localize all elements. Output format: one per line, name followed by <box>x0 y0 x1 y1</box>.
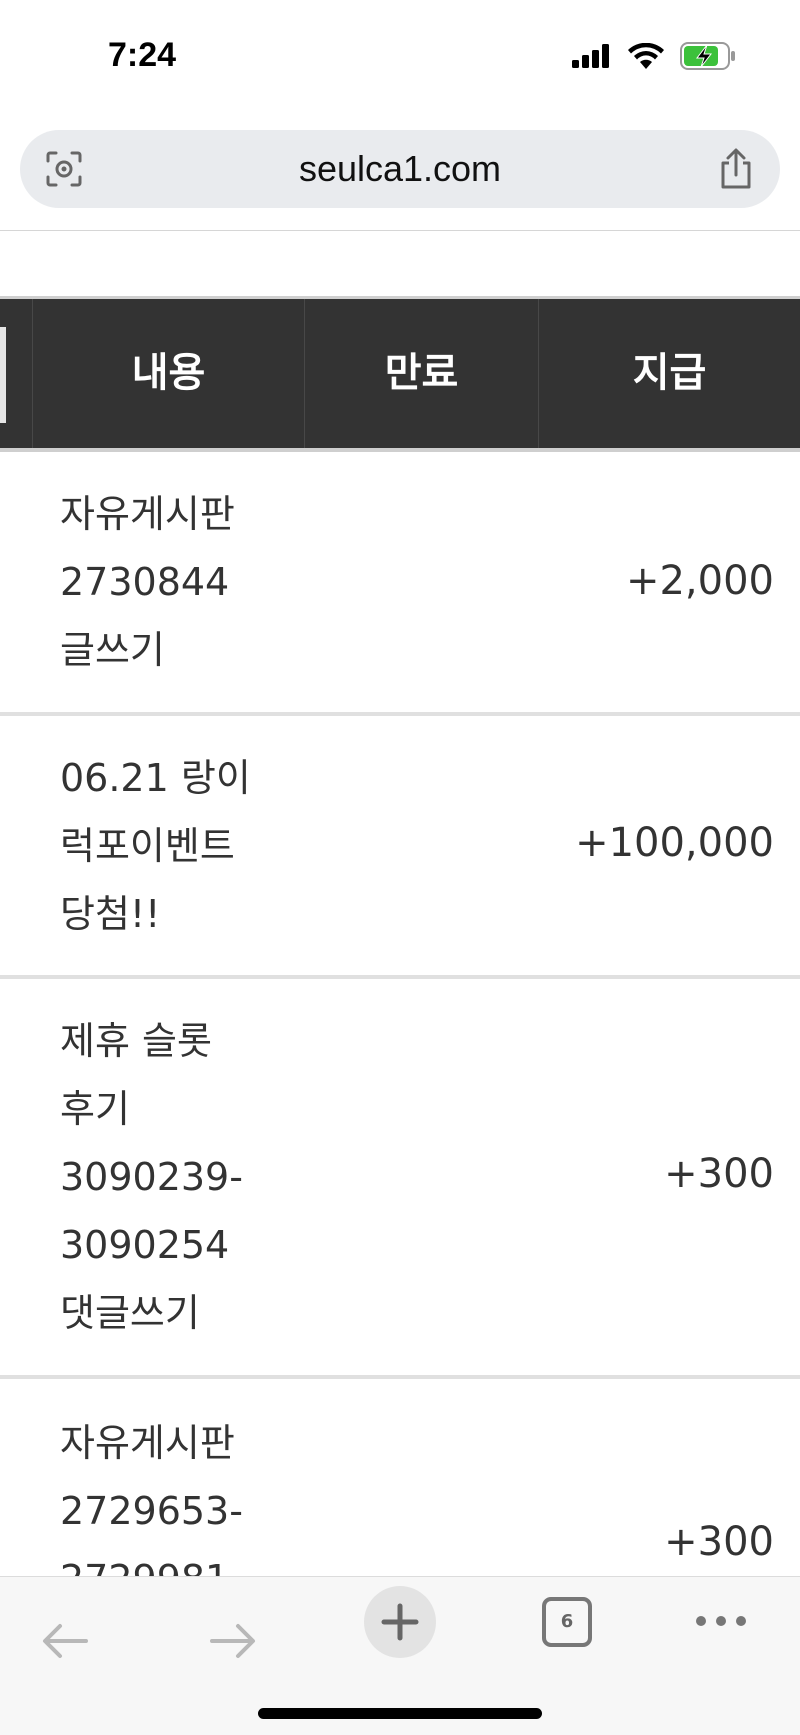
home-indicator[interactable] <box>258 1708 542 1719</box>
column-header-payment: 지급 <box>538 299 800 448</box>
table-row: 자유게시판 2730844 글쓰기 +2,000 <box>0 452 800 716</box>
row-description-line: 당첨!! <box>60 892 161 936</box>
row-description: 자유게시판 2730844 글쓰기 <box>60 480 290 684</box>
wifi-icon <box>628 43 664 69</box>
row-description-line: 글쓰기 <box>60 628 165 672</box>
row-description-line: 2729653- <box>60 1489 243 1533</box>
row-description-line: 자유게시판 <box>60 492 235 536</box>
forward-arrow-icon[interactable] <box>208 1621 258 1661</box>
status-icons <box>572 42 736 70</box>
new-tab-button[interactable] <box>364 1586 436 1658</box>
row-description-line: 제휴 슬롯 <box>60 1019 212 1063</box>
address-bar[interactable]: seulca1.com <box>20 130 780 208</box>
back-arrow-icon[interactable] <box>40 1621 90 1661</box>
row-amount: +100,000 <box>575 820 774 866</box>
status-time: 7:24 <box>108 36 177 74</box>
new-tab-plus-icon <box>381 1603 419 1641</box>
row-amount: +300 <box>664 1151 774 1197</box>
status-bar: 7:24 <box>0 0 800 118</box>
share-icon[interactable] <box>716 147 756 191</box>
row-description: 06.21 랑이 럭포이벤트 당첨!! <box>60 744 290 948</box>
column-header-content: 내용 <box>32 299 304 448</box>
cellular-signal-icon <box>572 44 609 68</box>
row-amount: +2,000 <box>625 558 774 604</box>
battery-charging-icon <box>680 42 735 70</box>
row-description-line: 댓글쓰기 <box>60 1291 200 1335</box>
row-description-line: 2730844 <box>60 560 230 604</box>
row-description-line: 3090254 <box>60 1223 230 1267</box>
table-row: 제휴 슬롯 후기 3090239- 3090254 댓글쓰기 +300 <box>0 979 800 1379</box>
row-description-line: 럭포이벤트 <box>60 824 235 868</box>
row-description-line: 후기 <box>60 1087 130 1131</box>
header-stub <box>0 327 6 423</box>
row-description: 제휴 슬롯 후기 3090239- 3090254 댓글쓰기 <box>60 1007 290 1347</box>
url-text[interactable]: seulca1.com <box>20 130 780 208</box>
tabs-button[interactable]: 6 <box>542 1597 592 1647</box>
browser-screen: 7:24 seulca1.com 내용 만료 지급 자유게시판 2730844 … <box>0 0 800 1735</box>
toolbar-divider <box>0 230 800 231</box>
table-row: 06.21 랑이 럭포이벤트 당첨!! +100,000 <box>0 716 800 979</box>
camera-search-icon[interactable] <box>44 149 84 189</box>
more-icon[interactable] <box>694 1611 748 1631</box>
row-description-line: 06.21 랑이 <box>60 756 251 800</box>
row-amount: +300 <box>664 1519 774 1565</box>
tab-count: 6 <box>560 1611 574 1632</box>
column-header-expiry: 만료 <box>304 299 538 448</box>
table-header: 내용 만료 지급 <box>0 296 800 452</box>
row-description-line: 자유게시판 <box>60 1421 235 1465</box>
row-description-line: 3090239- <box>60 1155 243 1199</box>
points-list: 자유게시판 2730844 글쓰기 +2,000 06.21 랑이 럭포이벤트 … <box>0 452 800 1679</box>
